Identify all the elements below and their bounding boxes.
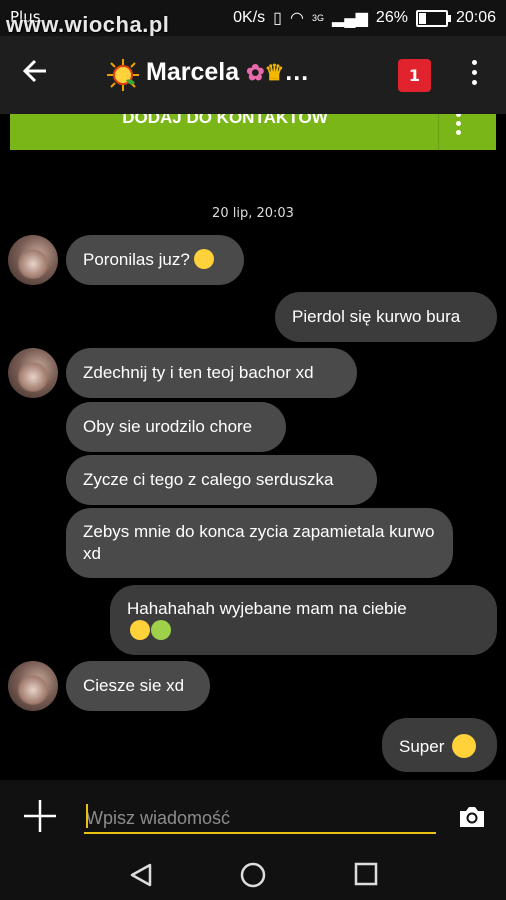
overflow-menu-icon[interactable] [466,60,482,90]
message-text: Ciesze sie xd [83,676,185,695]
message-text: Zycze ci tego z calego serduszka [83,470,334,489]
text-cursor [86,804,88,828]
message-text: Pierdol się kurwo bura [292,307,461,326]
message-bubble-out[interactable]: Super [382,718,497,772]
message-bubble-in[interactable]: Zebys mnie do konca zycia zapamietala ku… [66,508,453,578]
contact-name[interactable]: Marcela ✿♛… [146,58,309,87]
attach-plus-icon[interactable] [22,798,58,836]
signal-icon: ▂▄▆ [331,10,368,27]
system-nav-bar [0,846,506,900]
message-bubble-out[interactable]: Pierdol się kurwo bura [275,292,497,342]
status-bar: Plus www.wiocha.pl 0K/s ▯ ◠ 3G ▂▄▆ 26% 2… [0,0,506,37]
sun-emoji-icon [106,58,140,92]
message-input[interactable] [84,804,436,834]
smile-emoji-icon [452,734,477,758]
net-speed: 0K/s [233,9,266,26]
avatar[interactable] [8,661,58,711]
contact-name-text: Marcela [146,58,240,86]
tennis-ball-emoji-icon [151,620,171,640]
message-text: Super [399,737,445,756]
message-text: Poronilas juz? [83,250,190,269]
nav-back-icon[interactable] [128,862,154,892]
date-separator: 20 lip, 20:03 [212,206,294,221]
nav-home-icon[interactable] [240,862,266,892]
message-text: Zebys mnie do konca zycia zapamietala ku… [83,522,435,563]
battery-icon [415,9,451,27]
message-bubble-in[interactable]: Oby sie urodzilo chore [66,402,286,452]
message-bubble-in[interactable]: Ciesze sie xd [66,661,210,711]
network-type: 3G [311,13,324,23]
message-bubble-in[interactable]: Zycze ci tego z calego serduszka [66,455,377,505]
crown-icon: ♛ [264,60,285,85]
laugh-emoji-icon [130,620,150,640]
message-composer [0,780,506,846]
watermark-text: www.wiocha.pl [6,12,170,37]
title-ellipsis: … [284,58,310,86]
vibrate-icon: ▯ [273,10,282,27]
status-icons: 0K/s ▯ ◠ 3G ▂▄▆ 26% 20:06 [233,8,496,28]
avatar[interactable] [8,348,58,398]
grin-emoji-icon [193,249,214,269]
message-bubble-in[interactable]: Poronilas juz? [66,235,244,285]
notification-badge[interactable]: 1 [398,59,431,92]
flowers-icon: ✿ [246,60,265,85]
wifi-icon: ◠ [289,10,304,27]
message-text: Oby sie urodzilo chore [83,417,253,436]
add-to-contacts-label: DODAJ DO KONTAKTÓW [122,114,328,127]
nav-recents-icon[interactable] [354,862,378,890]
add-to-contacts-button[interactable]: DODAJ DO KONTAKTÓW [10,114,496,150]
battery-percent: 26% [375,9,408,26]
message-text: Zdechnij ty i ten teoj bachor xd [83,363,314,382]
back-arrow-icon[interactable] [22,58,48,90]
clock: 20:06 [455,9,496,26]
add-contact-menu-icon[interactable] [456,114,462,139]
divider [438,114,439,150]
camera-icon[interactable] [458,806,486,828]
app-bar: Marcela ✿♛… 1 [0,36,506,114]
message-text: Hahahahah wyjebane mam na ciebie [127,599,407,618]
avatar[interactable] [8,235,58,285]
message-bubble-out[interactable]: Hahahahah wyjebane mam na ciebie [110,585,497,655]
message-bubble-in[interactable]: Zdechnij ty i ten teoj bachor xd [66,348,357,398]
